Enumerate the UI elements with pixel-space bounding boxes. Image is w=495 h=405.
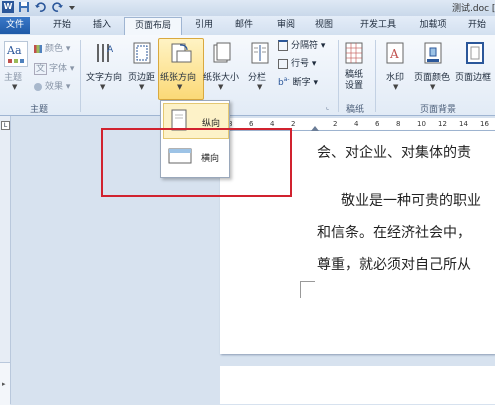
vertical-ruler-strip [0, 116, 11, 404]
text-boundary-marker [300, 281, 315, 298]
ruler-tick-label: 8 [396, 120, 401, 128]
line-numbers-icon [278, 58, 288, 69]
page-borders-label[interactable]: 页面边框 [455, 70, 491, 83]
ruler-tick-label: 14 [459, 120, 468, 128]
document-line: 尊重，就必须对自己所从 [317, 257, 471, 273]
redo-icon[interactable] [52, 1, 64, 13]
text-direction-dropdown-icon[interactable]: ▼ [100, 83, 105, 91]
breaks-icon [278, 40, 288, 51]
line-numbers-button[interactable]: 行号 ▾ [278, 58, 316, 70]
tab-page-layout[interactable]: 页面布局 [124, 17, 182, 36]
text-direction-label[interactable]: 文字方向 [86, 70, 122, 83]
qat-customize-icon[interactable] [66, 1, 78, 13]
ruler-tick-label: 10 [417, 120, 426, 128]
ruler-tick-label: 12 [438, 120, 447, 128]
effects-icon [34, 82, 42, 91]
annotation-highlight-box [101, 128, 292, 197]
page-setup-launcher-icon[interactable]: ⌞ [326, 103, 329, 111]
document-title: 测试.doc [兼 [452, 4, 495, 14]
tab-home-2[interactable]: 开始 [460, 17, 494, 34]
tab-file[interactable]: 文件 [0, 17, 30, 34]
watermark-icon[interactable]: A [386, 42, 404, 64]
ruler-tick-label: 6 [375, 120, 380, 128]
ruler-tick-label: 4 [270, 120, 275, 128]
watermark-label[interactable]: 水印 [386, 70, 404, 83]
ruler-tick-label: 6 [249, 120, 254, 128]
tab-review[interactable]: 审阅 [268, 17, 304, 34]
tab-insert[interactable]: 插入 [84, 17, 120, 34]
orientation-label[interactable]: 纸张方向 [160, 70, 196, 83]
page-borders-icon[interactable] [466, 42, 484, 64]
page-color-label[interactable]: 页面颜色 [414, 70, 450, 83]
hyphenation-button[interactable]: ba- 断字 ▾ [278, 74, 318, 89]
tab-view[interactable]: 视图 [306, 17, 342, 34]
watermark-dropdown-icon[interactable]: ▼ [393, 83, 398, 91]
orientation-icon[interactable] [170, 42, 192, 63]
word-app-icon[interactable]: W [2, 1, 14, 13]
theme-effects-button[interactable]: 效果 ▾ [34, 81, 70, 93]
theme-fonts-label: 字体 [49, 64, 68, 74]
themes-group-label: 主题 [29, 105, 48, 115]
scroll-arrow-icon[interactable]: ▸ [2, 380, 6, 388]
theme-fonts-button[interactable]: 文字体 ▾ [34, 63, 74, 75]
columns-label[interactable]: 分栏 [248, 70, 266, 83]
page-color-dropdown-icon[interactable]: ▼ [430, 83, 435, 91]
tab-home[interactable]: 开始 [44, 17, 80, 34]
tab-mailings[interactable]: 邮件 [226, 17, 262, 34]
group-divider [338, 40, 339, 112]
orientation-dropdown-icon[interactable]: ▼ [177, 83, 182, 91]
margins-dropdown-icon[interactable]: ▼ [139, 83, 144, 91]
document-page-next[interactable] [220, 366, 495, 404]
page-size-label[interactable]: 纸张大小 [203, 70, 239, 83]
group-divider [375, 40, 376, 112]
tab-addins[interactable]: 加载项 [410, 17, 456, 34]
theme-colors-label: 颜色 [45, 44, 64, 54]
ruler-tick-label: 2 [291, 120, 296, 128]
hyphenation-label: 断字 [292, 78, 311, 88]
colors-icon [34, 44, 42, 53]
undo-icon[interactable] [34, 1, 46, 13]
line-numbers-label: 行号 [291, 59, 310, 69]
breaks-label: 分隔符 [291, 41, 319, 51]
save-icon[interactable] [18, 1, 30, 13]
manuscript-settings-label[interactable]: 稿纸 设置 [345, 70, 363, 92]
svg-text:A: A [389, 47, 399, 61]
themes-icon[interactable]: Aa [4, 41, 28, 67]
page-background-group-label: 页面背景 [419, 105, 456, 115]
tab-selector-icon[interactable]: L [1, 121, 10, 130]
margins-label[interactable]: 页边距 [128, 70, 155, 83]
columns-dropdown-icon[interactable]: ▼ [257, 83, 262, 91]
breaks-button[interactable]: 分隔符 ▾ [278, 40, 325, 52]
theme-effects-label: 效果 [45, 82, 64, 92]
document-line: 敬业是一种可贵的职业 [341, 193, 481, 209]
theme-colors-button[interactable]: 颜色 ▾ [34, 43, 70, 55]
manuscript-icon[interactable] [345, 42, 363, 64]
page-color-icon[interactable] [424, 42, 442, 64]
columns-icon[interactable] [251, 42, 269, 64]
themes-aa-glyph: Aa [7, 44, 22, 57]
hyphenation-icon: ba- [278, 76, 290, 88]
margins-icon[interactable] [133, 42, 151, 64]
page-size-icon[interactable] [213, 42, 231, 63]
themes-dropdown-icon[interactable]: ▼ [12, 83, 17, 91]
tab-references[interactable]: 引用 [186, 17, 222, 34]
fonts-icon: 文 [34, 63, 48, 75]
group-divider [80, 40, 81, 112]
themes-button-label[interactable]: 主题 [4, 70, 22, 83]
ruler-tick-label: 16 [480, 120, 489, 128]
text-direction-icon[interactable]: A [95, 42, 114, 62]
ruler-tick-label: 4 [354, 120, 359, 128]
manuscript-group-label: 稿纸 [345, 105, 364, 115]
tab-developer[interactable]: 开发工具 [350, 17, 406, 34]
svg-text:A: A [107, 45, 113, 55]
ruler-tick-label: 2 [333, 120, 338, 128]
document-line: 和信条。在经济社会中， [317, 225, 471, 241]
page-size-dropdown-icon[interactable]: ▼ [218, 83, 223, 91]
document-line: 会、对企业、对集体的责 [317, 145, 471, 161]
